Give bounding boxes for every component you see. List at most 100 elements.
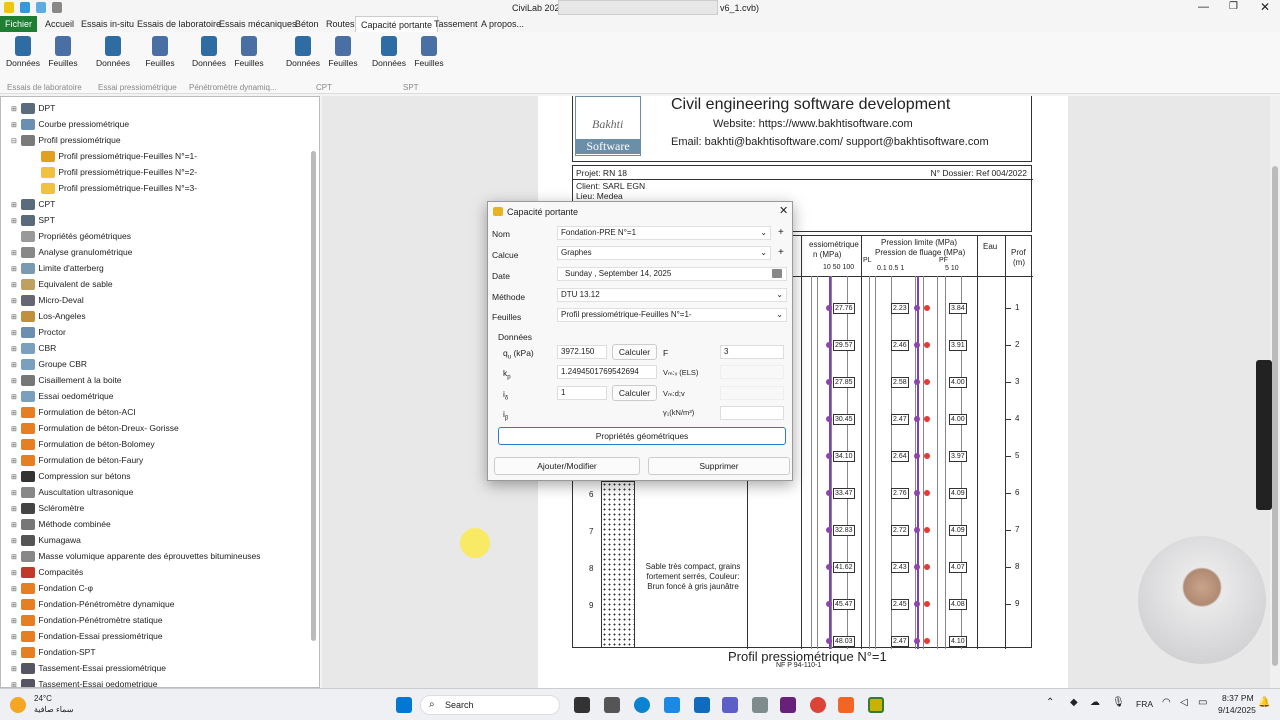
floating-toolbar[interactable] [1256, 360, 1272, 510]
cloud-icon[interactable]: ☁ [1090, 697, 1100, 708]
gamma-input[interactable] [720, 406, 784, 420]
clock-date[interactable]: 9/14/2025 [1218, 705, 1256, 715]
wifi-icon[interactable]: ◠ [1162, 697, 1171, 708]
tree-item[interactable]: ⊞ Formulation de béton-Faury [11, 452, 143, 468]
tree-item[interactable]: ⊞ Fondation C-φ [11, 580, 93, 596]
tree-item[interactable]: ⊞ Cisaillement à la boite [11, 372, 122, 388]
project-tree[interactable]: ⊞ DPT ⊞ Courbe pressiométrique ⊟ Profil pr… [0, 96, 320, 688]
menu-essais-laboratoire[interactable]: Essais de laboratoire [132, 16, 226, 32]
tree-item[interactable]: ⊞ Los-Angeles [11, 308, 86, 324]
calculer-qu-button[interactable]: Calculer [612, 344, 657, 360]
tree-item[interactable]: ⊞ Tassement-Essai oedometrique [11, 676, 157, 687]
visual-studio-icon[interactable] [780, 697, 796, 713]
print-icon[interactable] [52, 2, 62, 13]
teams-icon[interactable] [722, 697, 738, 713]
store-icon[interactable] [664, 697, 680, 713]
menu-essais-in-situ[interactable]: Essais in-situ [76, 16, 139, 32]
recording-toolbar[interactable] [558, 0, 718, 15]
tree-item[interactable]: ⊞ Analyse granulométrique [11, 244, 132, 260]
minimize-icon[interactable]: — [1198, 1, 1209, 13]
tree-item[interactable]: ⊞ Auscultation ultrasonique [11, 484, 133, 500]
ribbon-feuilles-button[interactable]: Feuilles [229, 34, 269, 68]
tree-item[interactable]: ⊞ Scléromètre [11, 500, 84, 516]
chrome-icon[interactable] [810, 697, 826, 713]
tree-item[interactable]: Propriétés géométriques [11, 228, 131, 244]
ribbon-donnees-button[interactable]: Données [369, 34, 409, 68]
add-nom-button[interactable]: + [778, 227, 784, 238]
start-icon[interactable] [396, 697, 412, 713]
tree-item[interactable]: ⊞ DPT [11, 100, 55, 116]
proprietes-geometriques-button[interactable]: Propriétés géométriques [498, 427, 786, 445]
app-icon[interactable] [752, 697, 768, 713]
date-picker[interactable]: Sunday , September 14, 2025 [557, 267, 787, 281]
tree-item[interactable]: ⊞ Méthode combinée [11, 516, 111, 532]
f-input[interactable]: 3 [720, 345, 784, 359]
edge-icon[interactable] [634, 697, 650, 713]
calendar-icon[interactable] [772, 269, 782, 278]
civilab-icon[interactable] [868, 697, 884, 713]
ribbon-donnees-button[interactable]: Données [283, 34, 323, 68]
ribbon-feuilles-button[interactable]: Feuilles [323, 34, 363, 68]
ribbon-donnees-button[interactable]: Données [189, 34, 229, 68]
add-calcul-button[interactable]: + [778, 247, 784, 258]
menu-accueil[interactable]: Accueil [40, 16, 79, 32]
tree-item[interactable]: ⊞ CPT [11, 196, 55, 212]
tree-item[interactable]: ⊞ Masse volumique apparente des éprouvet… [11, 548, 260, 564]
tree-item[interactable]: ⊞ Compacités [11, 564, 83, 580]
methode-dropdown[interactable]: DTU 13.12 ⌄ [557, 288, 787, 302]
ribbon-donnees-button[interactable]: Données [3, 34, 43, 68]
close-icon[interactable]: ✕ [1260, 0, 1270, 14]
save-icon[interactable] [20, 2, 30, 13]
microphone-icon[interactable]: 🎙 [1112, 697, 1125, 708]
supprimer-button[interactable]: Supprimer [648, 457, 790, 475]
tree-item[interactable]: Profil pressiométrique-Feuilles N°=1- [31, 148, 197, 164]
weather-icon[interactable] [10, 697, 26, 713]
tree-item[interactable]: ⊞ Equivalent de sable [11, 276, 113, 292]
taskbar-search[interactable]: ⌕ Search [420, 695, 560, 715]
app-icon[interactable] [838, 697, 854, 713]
tree-item[interactable]: ⊞ Formulation de béton-Bolomey [11, 436, 155, 452]
feuilles-dropdown[interactable]: Profil pressiométrique-Feuilles N°=1- ⌄ [557, 308, 787, 322]
ie-input[interactable]: 1 [557, 386, 607, 400]
volume-icon[interactable]: ◁ [1180, 697, 1188, 708]
scroll-thumb[interactable] [1272, 166, 1278, 666]
menu-essais-mecaniques[interactable]: Essais mécaniques [214, 16, 302, 32]
ribbon-feuilles-button[interactable]: Feuilles [43, 34, 83, 68]
menu-capacite-portante[interactable]: Capacité portante [355, 16, 439, 32]
ribbon-donnees-button[interactable]: Données [93, 34, 133, 68]
task-view-icon[interactable] [574, 697, 590, 713]
close-icon[interactable]: ✕ [779, 204, 788, 217]
clock-time[interactable]: 8:37 PM [1222, 693, 1254, 703]
battery-icon[interactable]: ▭ [1198, 697, 1207, 708]
tree-item[interactable]: ⊞ Fondation-SPT [11, 644, 96, 660]
tree-item[interactable]: ⊞ Fondation-Pénétromètre statique [11, 612, 163, 628]
menu-routes[interactable]: Routes [321, 16, 360, 32]
calcul-dropdown[interactable]: Graphes ⌄ [557, 246, 771, 260]
tree-item[interactable]: ⊞ SPT [11, 212, 55, 228]
dropbox-icon[interactable]: ◆ [1070, 697, 1078, 708]
tree-item[interactable]: ⊞ Formulation de béton-Dreux- Gorisse [11, 420, 179, 436]
language-indicator[interactable]: FRA [1136, 699, 1153, 709]
ribbon-feuilles-button[interactable]: Feuilles [409, 34, 449, 68]
tree-item[interactable]: ⊞ Fondation-Essai pressiométrique [11, 628, 163, 644]
capacite-portante-dialog[interactable]: Capacité portante ✕ Nom Fondation-PRE N°… [487, 201, 793, 481]
menu-tassement[interactable]: Tassement [429, 16, 483, 32]
tree-item[interactable]: Profil pressiométrique-Feuilles N°=3- [31, 180, 197, 196]
kp-input[interactable]: 1.2494501769542694 [557, 365, 657, 379]
expand-icon[interactable]: ⊟ [11, 134, 19, 150]
tree-item[interactable]: Profil pressiométrique-Feuilles N°=2- [31, 164, 197, 180]
tree-scrollbar[interactable] [311, 151, 316, 641]
tree-item[interactable]: ⊞ Micro-Deval [11, 292, 84, 308]
vscode-icon[interactable] [604, 697, 620, 713]
ajouter-modifier-button[interactable]: Ajouter/Modifier [494, 457, 640, 475]
ribbon-feuilles-button[interactable]: Feuilles [140, 34, 180, 68]
menu-a-propos[interactable]: A propos... [476, 16, 529, 32]
tree-item[interactable]: ⊞ Kumagawa [11, 532, 81, 548]
tree-item[interactable]: ⊞ Limite d'atterberg [11, 260, 104, 276]
qu-input[interactable]: 3972.150 [557, 345, 607, 359]
tree-item[interactable]: ⊞ Tassement-Essai pressiométrique [11, 660, 166, 676]
tree-item[interactable]: ⊟ Profil pressiométrique [11, 132, 121, 148]
chevron-up-icon[interactable]: ⌃ [1046, 697, 1054, 708]
tree-item[interactable]: ⊞ Compression sur bétons [11, 468, 131, 484]
outlook-icon[interactable] [694, 697, 710, 713]
